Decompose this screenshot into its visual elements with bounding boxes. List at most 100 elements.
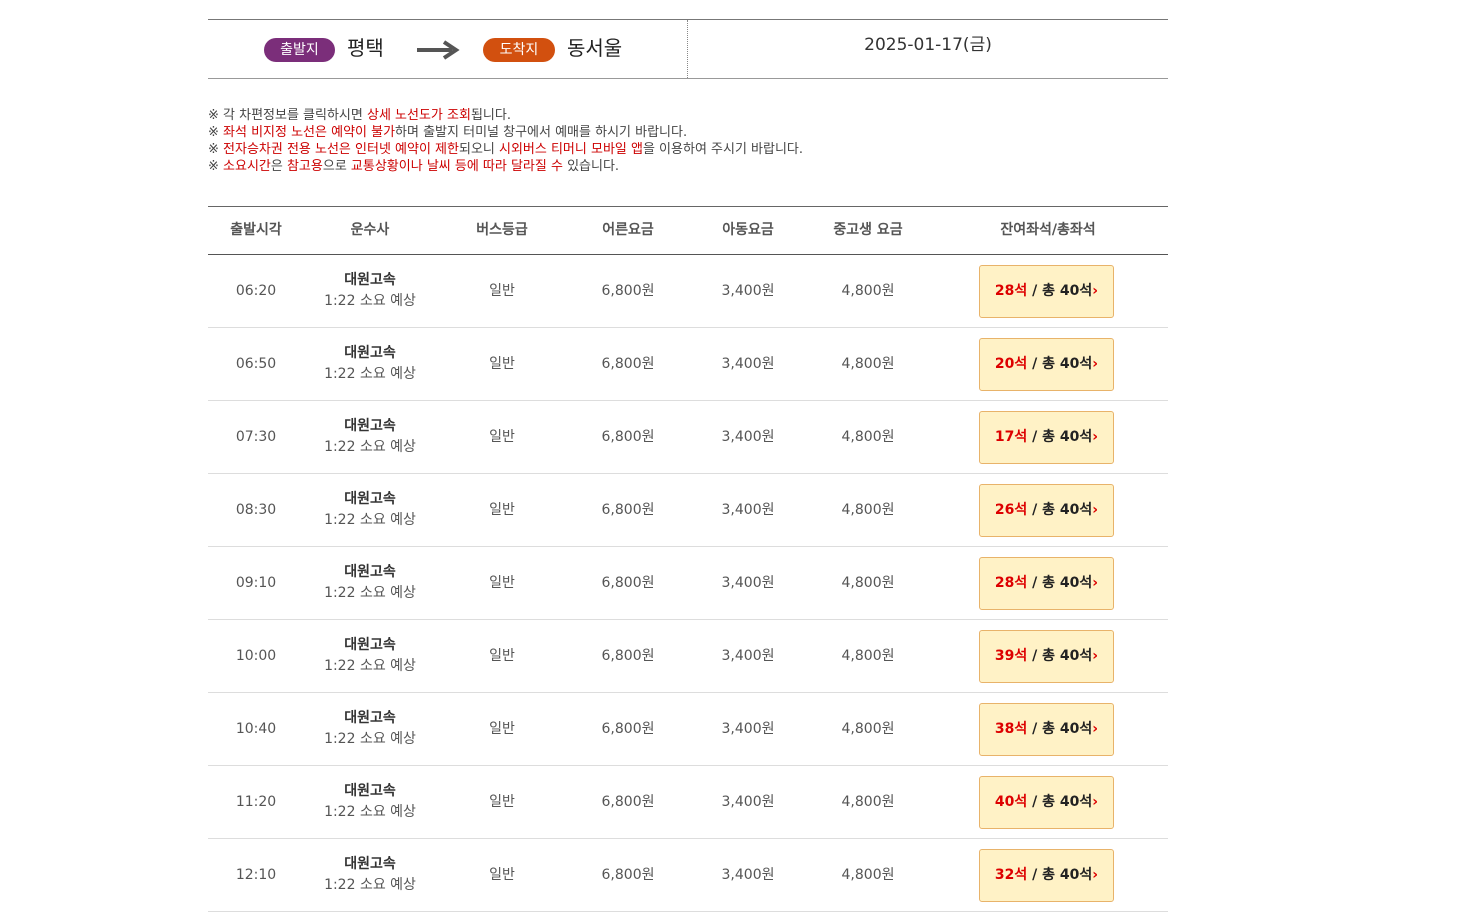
- notice-highlight: 시외버스 티머니 모바일 앱: [499, 142, 643, 157]
- table-row[interactable]: 10:40 대원고속 1:22 소요 예상 일반 6,800원 3,400원 4,800원 3…: [208, 693, 1168, 766]
- departure-time: 11:20: [235, 794, 277, 810]
- notice-list: ※ 각 차편정보를 클릭하시면 상세 노선도가 조회됩니다. ※ 좌석 비지정 노…: [208, 107, 1168, 175]
- total-seats: / 총 40석: [1032, 867, 1093, 883]
- bus-grade: 일반: [489, 429, 515, 445]
- seat-select-button[interactable]: 17석 / 총 40석›: [979, 411, 1114, 464]
- child-fare: 3,400원: [721, 867, 775, 883]
- seat-select-button[interactable]: 40석 / 총 40석›: [979, 776, 1114, 829]
- header-child-fare: 아동요금: [722, 222, 774, 238]
- route-summary: 출발지 평택 도착지 동서울: [208, 20, 688, 78]
- company-name: 대원고속: [344, 710, 396, 726]
- seat-select-button[interactable]: 26석 / 총 40석›: [979, 484, 1114, 537]
- notice-text: ※: [208, 142, 224, 157]
- student-fare: 4,800원: [841, 283, 895, 299]
- chevron-right-icon: ›: [1092, 721, 1099, 737]
- company-cell: 대원고속 1:22 소요 예상: [304, 708, 436, 750]
- remaining-seats: 40석: [994, 794, 1028, 810]
- header-bus-grade: 버스등급: [476, 222, 528, 238]
- seat-select-button[interactable]: 28석 / 총 40석›: [979, 557, 1114, 610]
- chevron-right-icon: ›: [1092, 867, 1099, 883]
- company-cell: 대원고속 1:22 소요 예상: [304, 781, 436, 823]
- table-row[interactable]: 12:10 대원고속 1:22 소요 예상 일반 6,800원 3,400원 4,800원 3…: [208, 839, 1168, 912]
- schedule-table: 출발시각 운수사 버스등급 어른요금 아동요금 중고생 요금 잔여좌석/총좌석 …: [208, 206, 1168, 912]
- departure-badge: 출발지: [264, 38, 335, 62]
- bus-grade: 일반: [489, 867, 515, 883]
- notice-text: 됩니다.: [470, 108, 511, 123]
- seat-select-button[interactable]: 38석 / 총 40석›: [979, 703, 1114, 756]
- child-fare: 3,400원: [721, 356, 775, 372]
- student-fare: 4,800원: [841, 575, 895, 591]
- notice-highlight: 좌석 비지정 노선은 예약이 불가: [223, 125, 396, 140]
- departure-time: 12:10: [235, 867, 277, 883]
- adult-fare: 6,800원: [601, 502, 655, 518]
- table-row[interactable]: 06:50 대원고속 1:22 소요 예상 일반 6,800원 3,400원 4,800원 2…: [208, 328, 1168, 401]
- seat-select-button[interactable]: 28석 / 총 40석›: [979, 265, 1114, 318]
- student-fare: 4,800원: [841, 721, 895, 737]
- child-fare: 3,400원: [721, 283, 775, 299]
- adult-fare: 6,800원: [601, 721, 655, 737]
- remaining-seats: 32석: [994, 867, 1028, 883]
- table-row[interactable]: 07:30 대원고속 1:22 소요 예상 일반 6,800원 3,400원 4,800원 1…: [208, 401, 1168, 474]
- student-fare: 4,800원: [841, 356, 895, 372]
- company-cell: 대원고속 1:22 소요 예상: [304, 270, 436, 312]
- bus-grade: 일반: [489, 283, 515, 299]
- company-name: 대원고속: [344, 637, 396, 653]
- bus-grade: 일반: [489, 575, 515, 591]
- adult-fare: 6,800원: [601, 648, 655, 664]
- child-fare: 3,400원: [721, 648, 775, 664]
- table-body: 06:20 대원고속 1:22 소요 예상 일반 6,800원 3,400원 4,800원 2…: [208, 255, 1168, 912]
- notice-line: ※ 각 차편정보를 클릭하시면 상세 노선도가 조회됩니다.: [208, 107, 1168, 124]
- table-row[interactable]: 08:30 대원고속 1:22 소요 예상 일반 6,800원 3,400원 4,800원 2…: [208, 474, 1168, 547]
- company-name: 대원고속: [344, 783, 396, 799]
- arrow-right-icon: [417, 40, 460, 60]
- adult-fare: 6,800원: [601, 867, 655, 883]
- student-fare: 4,800원: [841, 648, 895, 664]
- trip-duration: 1:22 소요 예상: [324, 293, 416, 309]
- notice-text: ※: [208, 125, 224, 140]
- notice-text: ※: [208, 159, 224, 174]
- notice-highlight: 참고용: [286, 159, 323, 174]
- departure-time: 09:10: [235, 575, 277, 591]
- bus-grade: 일반: [489, 794, 515, 810]
- company-name: 대원고속: [344, 856, 396, 872]
- notice-highlight: 전자승차권 전용 노선은 인터넷 예약이 제한: [223, 142, 459, 157]
- company-name: 대원고속: [344, 345, 396, 361]
- departure-name: 평택: [347, 36, 384, 60]
- seat-select-button[interactable]: 39석 / 총 40석›: [979, 630, 1114, 683]
- trip-duration: 1:22 소요 예상: [324, 439, 416, 455]
- header-adult-fare: 어른요금: [602, 222, 654, 238]
- seat-select-button[interactable]: 20석 / 총 40석›: [979, 338, 1114, 391]
- total-seats: / 총 40석: [1032, 721, 1093, 737]
- seat-select-button[interactable]: 32석 / 총 40석›: [979, 849, 1114, 902]
- bus-grade: 일반: [489, 356, 515, 372]
- total-seats: / 총 40석: [1032, 794, 1093, 810]
- child-fare: 3,400원: [721, 721, 775, 737]
- company-cell: 대원고속 1:22 소요 예상: [304, 854, 436, 896]
- table-row[interactable]: 11:20 대원고속 1:22 소요 예상 일반 6,800원 3,400원 4,800원 4…: [208, 766, 1168, 839]
- adult-fare: 6,800원: [601, 429, 655, 445]
- company-cell: 대원고속 1:22 소요 예상: [304, 489, 436, 531]
- remaining-seats: 39석: [994, 648, 1028, 664]
- student-fare: 4,800원: [841, 429, 895, 445]
- departure-time: 06:20: [235, 283, 277, 299]
- header-departure-time: 출발시각: [230, 222, 282, 238]
- arrival-name: 동서울: [567, 36, 623, 60]
- trip-duration: 1:22 소요 예상: [324, 731, 416, 747]
- departure-time: 06:50: [235, 356, 277, 372]
- header-student-fare: 중고생 요금: [833, 222, 903, 238]
- chevron-right-icon: ›: [1092, 794, 1099, 810]
- table-row[interactable]: 06:20 대원고속 1:22 소요 예상 일반 6,800원 3,400원 4,800원 2…: [208, 255, 1168, 328]
- student-fare: 4,800원: [841, 867, 895, 883]
- company-name: 대원고속: [344, 418, 396, 434]
- total-seats: / 총 40석: [1032, 502, 1093, 518]
- chevron-right-icon: ›: [1092, 356, 1099, 372]
- company-cell: 대원고속 1:22 소요 예상: [304, 562, 436, 604]
- remaining-seats: 28석: [994, 283, 1028, 299]
- total-seats: / 총 40석: [1032, 429, 1093, 445]
- table-row[interactable]: 09:10 대원고속 1:22 소요 예상 일반 6,800원 3,400원 4,800원 2…: [208, 547, 1168, 620]
- notice-text: 되오니: [458, 142, 499, 157]
- total-seats: / 총 40석: [1032, 648, 1093, 664]
- notice-text: ※ 각 차편정보를 클릭하시면: [208, 108, 367, 123]
- table-row[interactable]: 10:00 대원고속 1:22 소요 예상 일반 6,800원 3,400원 4,800원 3…: [208, 620, 1168, 693]
- notice-line: ※ 전자승차권 전용 노선은 인터넷 예약이 제한되오니 시외버스 티머니 모바…: [208, 141, 1168, 158]
